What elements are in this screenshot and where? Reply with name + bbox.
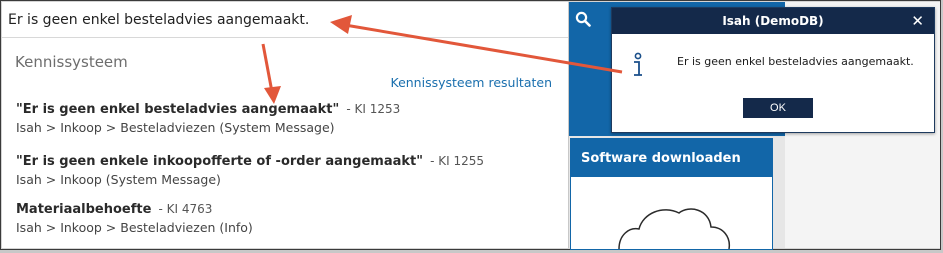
search-icon	[575, 11, 591, 27]
result-ki: - KI 1255	[430, 154, 484, 168]
result-path: Isah > Inkoop > Besteladviezen (System M…	[16, 120, 335, 135]
result-title[interactable]: "Er is geen enkele inkoopofferte of -ord…	[16, 154, 423, 169]
result-item[interactable]: "Er is geen enkele inkoopofferte of -ord…	[16, 150, 484, 187]
download-panel-title: Software downloaden	[571, 139, 772, 177]
dialog-message: Er is geen enkel besteladvies aangemaakt…	[677, 55, 914, 68]
info-icon	[634, 52, 642, 76]
search-dropdown: Kennissysteem Kennissysteem resultaten "…	[2, 2, 569, 248]
result-title[interactable]: Materiaalbehoefte	[16, 202, 151, 217]
result-title[interactable]: "Er is geen enkel besteladvies aangemaak…	[16, 102, 339, 117]
software-download-panel: Software downloaden	[570, 138, 773, 250]
search-input[interactable]	[2, 2, 568, 38]
ok-button[interactable]: OK	[743, 98, 813, 118]
knowledge-section-title: Kennissysteem	[15, 53, 128, 71]
cloud-icon	[618, 208, 731, 250]
result-item[interactable]: Materiaalbehoefte - KI 4763 Isah > Inkoo…	[16, 198, 253, 235]
knowledge-results-link[interactable]: Kennissysteem resultaten	[391, 75, 553, 90]
close-icon[interactable]: ✕	[911, 12, 924, 30]
result-path: Isah > Inkoop > Besteladviezen (Info)	[16, 220, 253, 235]
result-item[interactable]: "Er is geen enkel besteladvies aangemaak…	[16, 98, 400, 135]
dialog-title: Isah (DemoDB)	[722, 14, 824, 28]
dialog-titlebar: Isah (DemoDB) ✕	[612, 8, 934, 34]
result-path: Isah > Inkoop (System Message)	[16, 172, 221, 187]
search-button[interactable]	[568, 2, 598, 36]
result-ki: - KI 1253	[346, 102, 401, 116]
result-ki: - KI 4763	[158, 202, 213, 216]
message-dialog: Isah (DemoDB) ✕ Er is geen enkel bestela…	[611, 7, 935, 133]
